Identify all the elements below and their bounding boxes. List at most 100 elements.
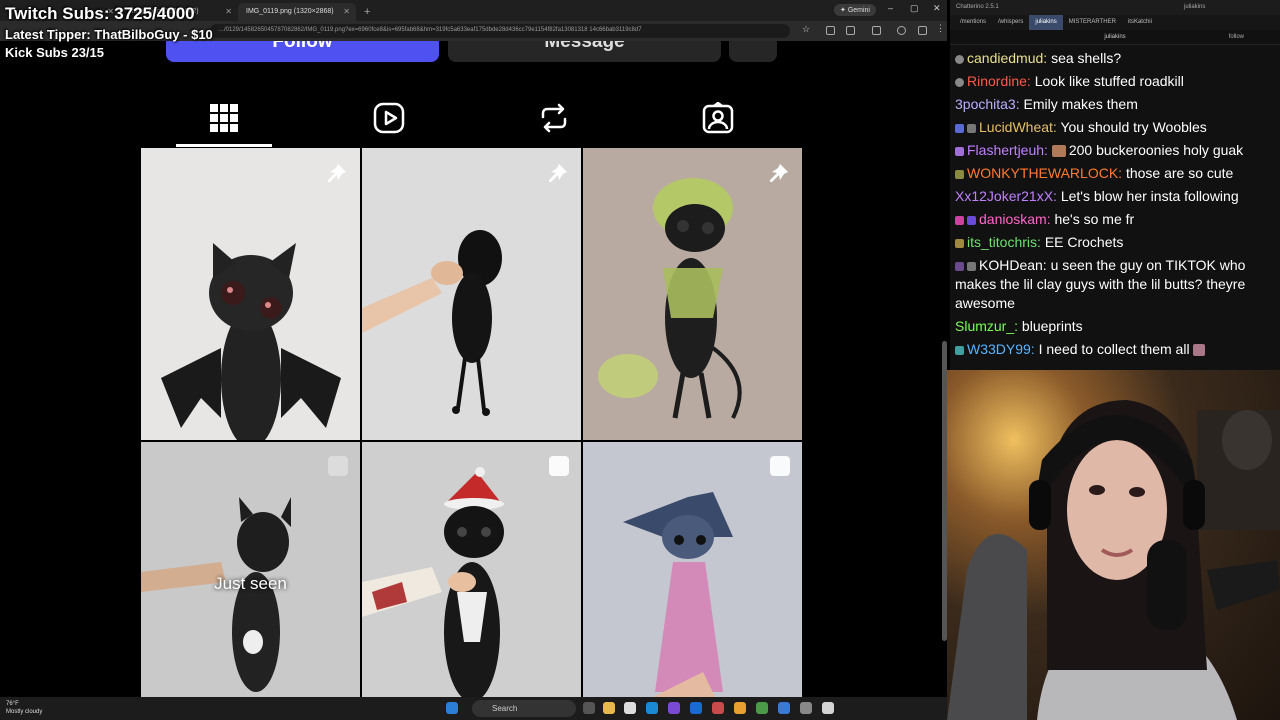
chat-username[interactable]: 3pochita3: (955, 96, 1020, 112)
suggested-users-button[interactable] (729, 41, 777, 62)
app-icon[interactable] (712, 702, 724, 714)
post-tile-4[interactable]: Just seen (141, 442, 360, 697)
chat-username[interactable]: candiedmud: (967, 50, 1047, 66)
chat-username[interactable]: Rinordine: (967, 73, 1031, 89)
app-icon[interactable] (822, 702, 834, 714)
profile-icon[interactable] (897, 26, 906, 35)
repost-icon (541, 103, 567, 133)
badge-icon (955, 146, 964, 156)
post-tile-1[interactable] (141, 148, 360, 440)
follow-button[interactable]: Follow (166, 41, 439, 62)
post-image (141, 497, 291, 692)
taskbar-search[interactable]: Search (472, 700, 576, 717)
close-window-icon[interactable]: ✕ (933, 3, 941, 14)
app-icon[interactable] (624, 702, 636, 714)
new-tab-button[interactable]: + (356, 3, 378, 21)
chat-text: 200 buckeroonies holy guak (1068, 142, 1244, 158)
weather-temp: 76°F (6, 701, 19, 707)
chat-message: candiedmud: sea shells? (955, 49, 1275, 68)
app-icon[interactable] (800, 702, 812, 714)
weather-widget[interactable]: 76°F Mostly cloudy (6, 700, 42, 716)
task-view-icon[interactable] (583, 702, 595, 714)
multi-photo-icon (549, 456, 569, 476)
pin-icon (549, 164, 567, 182)
start-icon[interactable] (446, 702, 458, 714)
chat-username[interactable]: W33DY99: (967, 341, 1035, 357)
downloads-icon[interactable] (918, 26, 927, 35)
chat-username[interactable]: LucidWheat: (979, 119, 1057, 135)
chat-message: W33DY99: I need to collect them all (955, 340, 1275, 359)
chat-username[interactable]: KOHDean: (979, 257, 1047, 273)
tab-posts[interactable] (176, 89, 272, 147)
screen: ✕ image.png (1325×942) ✕ IMG_0119.png (13… (0, 0, 1280, 720)
browser-tab-3[interactable]: IMG_0119.png (1320×2868) ✕ (238, 3, 356, 21)
post-tile-3[interactable] (583, 148, 802, 440)
tab-whispers[interactable]: /whispers (992, 15, 1029, 30)
tab-reels[interactable] (341, 89, 437, 147)
multi-photo-icon (770, 456, 790, 476)
chat-username[interactable]: Xx12Joker21xX: (955, 188, 1057, 204)
chatterino-window: Chatterino 2.5.1 juliakins /mentions /wh… (950, 0, 1280, 370)
extension-icon[interactable] (826, 26, 835, 35)
chat-text: Emily makes them (1023, 96, 1138, 112)
tab-itskatchii[interactable]: itsKatchii (1122, 15, 1158, 30)
channel-name: juliakins (1104, 34, 1126, 40)
extension-icon[interactable] (846, 26, 855, 35)
file-explorer-icon[interactable] (603, 702, 615, 714)
chat-username[interactable]: WONKYTHEWARLOCK: (967, 165, 1122, 181)
tab-reposts[interactable] (506, 89, 602, 147)
channel-header: juliakins follow (950, 30, 1280, 45)
menu-icon[interactable]: ⋮ (936, 23, 945, 33)
message-label: Message (544, 41, 625, 52)
tab-tagged[interactable] (670, 89, 766, 147)
chat-messages: candiedmud: sea shells? Rinordine: Look … (950, 45, 1280, 367)
post-tile-5[interactable] (362, 442, 581, 697)
titlebar-channel: juliakins (1184, 4, 1206, 10)
latest-tipper: Latest Tipper: ThatBilboGuy - $10 (5, 27, 213, 42)
chat-username[interactable]: its_titochris: (967, 234, 1041, 250)
badge-icon (955, 54, 964, 64)
chat-username[interactable]: Flashertjeuh: (967, 142, 1048, 158)
close-icon[interactable]: ✕ (343, 7, 350, 16)
tab-misterarther[interactable]: MISTERARTHER (1063, 15, 1122, 30)
badge-icon (967, 215, 976, 225)
edge-icon[interactable] (690, 702, 702, 714)
chat-tabs: /mentions /whispers juliakins MISTERARTH… (950, 15, 1280, 30)
post-tile-2[interactable] (362, 148, 581, 440)
chat-text: EE Crochets (1044, 234, 1124, 250)
app-icon[interactable] (756, 702, 768, 714)
close-icon[interactable]: ✕ (225, 7, 232, 16)
app-icon[interactable] (668, 702, 680, 714)
message-button[interactable]: Message (448, 41, 721, 62)
chat-text: those are so cute (1125, 165, 1234, 181)
bookmark-star-icon[interactable]: ☆ (802, 24, 811, 34)
post-image (362, 467, 504, 697)
badge-icon (955, 345, 964, 355)
badge-icon (967, 123, 976, 133)
badge-icon (955, 77, 964, 87)
chat-username[interactable]: danioskam: (979, 211, 1051, 227)
chat-username[interactable]: Slumzur_: (955, 318, 1018, 334)
badge-icon (967, 261, 976, 271)
app-icon[interactable] (778, 702, 790, 714)
minimize-icon[interactable]: – (888, 3, 893, 13)
chat-message: its_titochris: EE Crochets (955, 233, 1275, 252)
follow-channel-button[interactable]: follow (1229, 34, 1244, 40)
gemini-button[interactable]: ✦ Gemini (834, 4, 876, 16)
tab-title: IMG_0119.png (1320×2868) (246, 8, 334, 15)
follow-label: Follow (272, 41, 333, 52)
chrome-icon[interactable] (734, 702, 746, 714)
maximize-icon[interactable]: ▢ (910, 3, 919, 14)
instagram-profile-page: Follow Message Just seen (0, 41, 947, 697)
url-field[interactable]: …/0129/1458265045787082862/IMG_0119.png?… (210, 24, 790, 38)
webcam-image (947, 400, 1280, 720)
post-image (598, 178, 742, 419)
tab-juliakins[interactable]: juliakins (1029, 15, 1063, 30)
post-tile-6[interactable] (583, 442, 802, 697)
tagged-icon (702, 102, 734, 134)
chat-message: WONKYTHEWARLOCK: those are so cute (955, 164, 1275, 183)
tab-mentions[interactable]: /mentions (954, 15, 992, 30)
sidebar-icon[interactable] (872, 26, 881, 35)
badge-icon (955, 261, 964, 271)
app-icon[interactable] (646, 702, 658, 714)
